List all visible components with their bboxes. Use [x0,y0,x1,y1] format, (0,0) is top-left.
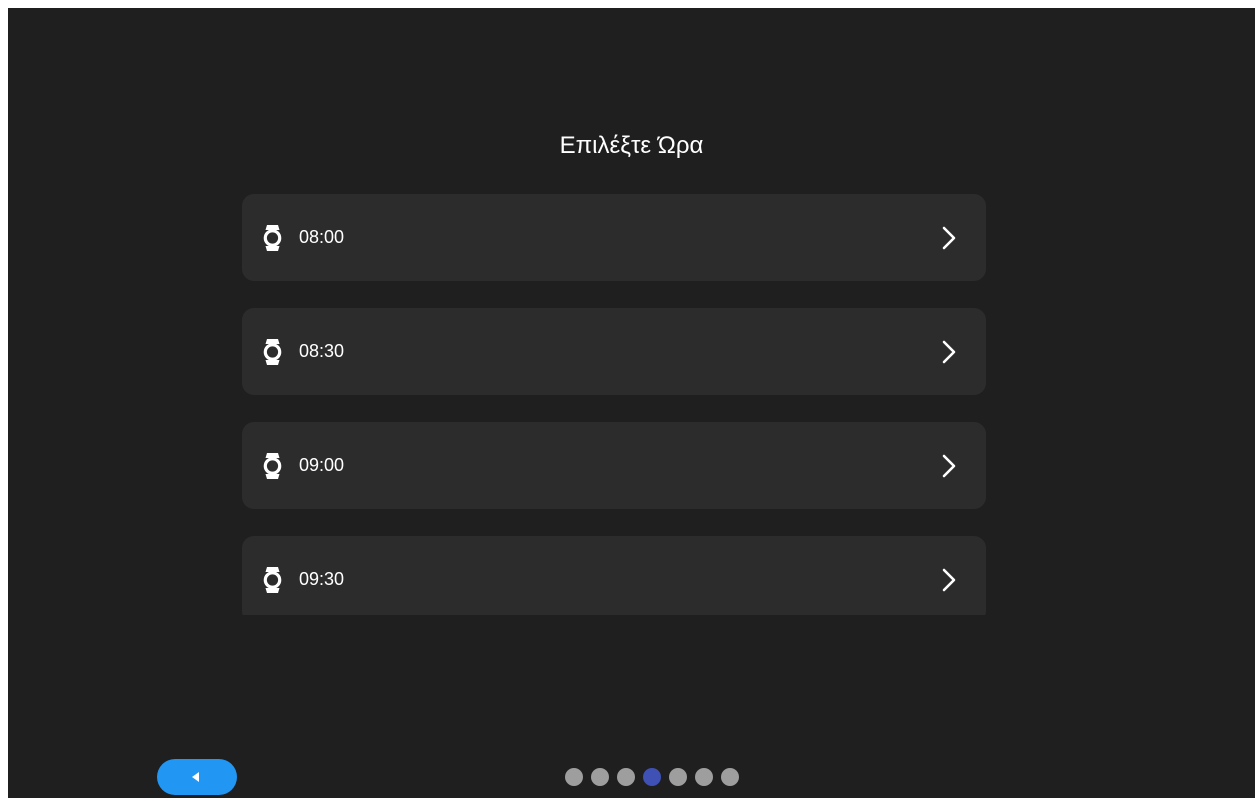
time-label: 09:00 [299,455,345,475]
page-dot-3[interactable] [617,768,635,786]
back-button[interactable] [157,759,237,795]
page-dot-5[interactable] [669,768,687,786]
triangle-left-icon [192,772,199,782]
page-dot-6[interactable] [695,768,713,786]
watch-icon [263,567,282,593]
time-row-0900[interactable]: 09:00 [242,422,986,509]
watch-icon [263,339,282,365]
chevron-right-icon [942,226,956,250]
time-label: 08:00 [299,227,345,247]
watch-icon [263,453,282,479]
page-title: Επιλέξτε Ώρα [559,132,704,159]
page-dot-4-active[interactable] [643,768,661,786]
page-dot-2[interactable] [591,768,609,786]
chevron-right-icon [942,568,956,592]
time-row-0830[interactable]: 08:30 [242,308,986,395]
app-screen: Επιλέξτε Ώρα 08:00 08:30 09:00 09:30 [8,8,1255,798]
watch-icon [263,225,282,251]
chevron-right-icon [942,454,956,478]
time-label: 08:30 [299,341,345,361]
page-dot-1[interactable] [565,768,583,786]
time-list[interactable]: 08:00 08:30 09:00 09:30 [242,194,986,615]
page-dot-7[interactable] [721,768,739,786]
time-row-0800[interactable]: 08:00 [242,194,986,281]
time-row-0930[interactable]: 09:30 [242,536,986,615]
page-indicator [565,768,739,786]
time-label: 09:30 [299,569,345,589]
chevron-right-icon [942,340,956,364]
